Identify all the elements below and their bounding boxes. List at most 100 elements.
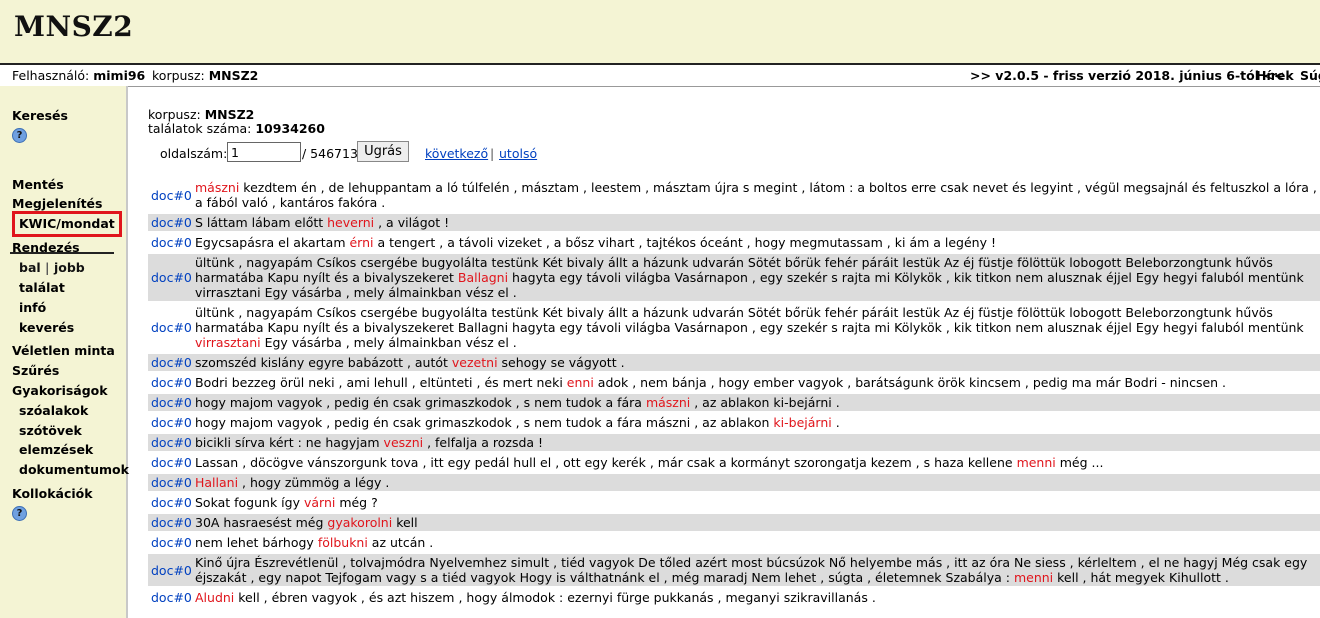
doc-link[interactable]: doc#0 <box>148 254 193 301</box>
sidebar-item-hit[interactable]: találat <box>19 280 65 295</box>
concordance-row: doc#0 hogy majom vagyok , pedig én csak g… <box>148 394 1320 411</box>
keyword[interactable]: veszni <box>384 435 424 450</box>
concordance-row: doc#0 ültünk , nagyapám Csíkos csergébe b… <box>148 304 1320 351</box>
sidebar-item-mixed[interactable]: keverés <box>19 320 74 335</box>
sidebar-item-save[interactable]: Mentés <box>12 177 64 192</box>
concordance-list: doc#0 mászni kezdtem én , de lehuppantam … <box>148 176 1320 606</box>
sidebar-item-documents[interactable]: dokumentumok <box>19 462 129 477</box>
right-context: , a világot ! <box>374 215 450 230</box>
concordance-text: szomszéd kislány egyre babázott , autót … <box>193 354 1320 371</box>
concordance-text: Kinő újra Észrevétlenül , tolvajmódra Ny… <box>193 554 1320 586</box>
sidebar-item-analyses[interactable]: elemzések <box>19 442 93 457</box>
right-context: kell , ébren vagyok , és azt hiszem , ho… <box>234 590 876 605</box>
concordance-row: doc#0 mászni kezdtem én , de lehuppantam … <box>148 179 1320 211</box>
doc-link[interactable]: doc#0 <box>148 514 193 531</box>
page-number-input[interactable] <box>227 142 301 162</box>
doc-link[interactable]: doc#0 <box>148 394 193 411</box>
left-context: hogy majom vagyok , pedig én csak grimas… <box>195 415 774 430</box>
keyword[interactable]: virrasztani <box>195 335 261 350</box>
left-context: Egycsapásra el akartam <box>195 235 350 250</box>
sidebar-item-sort[interactable]: Rendezés <box>12 240 80 255</box>
right-context: kell , hát megyek Kihullott . <box>1053 570 1229 585</box>
sidebar-item-filter[interactable]: Szűrés <box>12 363 59 378</box>
sort-divider: | <box>45 260 50 275</box>
keyword[interactable]: mászni <box>195 180 239 195</box>
right-context: az utcán . <box>367 535 434 550</box>
keyword[interactable]: fölbukni <box>318 535 368 550</box>
sidebar: Keresés ? Mentés Megjelenítés KWIC/monda… <box>0 86 129 618</box>
hits-count: 10934260 <box>255 121 325 136</box>
concordance-row: doc#0 Kinő újra Észrevétlenül , tolvajmód… <box>148 554 1320 586</box>
keyword[interactable]: várni <box>304 495 335 510</box>
news-link[interactable]: Hírek <box>1256 68 1294 83</box>
keyword[interactable]: Ballagni <box>458 270 508 285</box>
concordance-row: doc#0 szomszéd kislány egyre babázott , a… <box>148 354 1320 371</box>
keyword[interactable]: menni <box>1017 455 1056 470</box>
sort-left[interactable]: bal <box>19 260 41 275</box>
keyword[interactable]: menni <box>1014 570 1053 585</box>
doc-link[interactable]: doc#0 <box>148 304 193 351</box>
main-content: korpusz: MNSZ2 találatok száma: 10934260… <box>128 86 1320 618</box>
right-context: adok , nem bánja , hogy ember vagyok , b… <box>593 375 1227 390</box>
next-page-link[interactable]: következő <box>425 146 488 161</box>
top-banner: MNSZ2 <box>0 0 1320 63</box>
doc-link[interactable]: doc#0 <box>148 454 193 471</box>
doc-link[interactable]: doc#0 <box>148 534 193 551</box>
doc-link[interactable]: doc#0 <box>148 589 193 606</box>
sidebar-item-search[interactable]: Keresés <box>12 108 68 123</box>
left-context: Lassan , döcögve vánszorgunk tova , itt … <box>195 455 1017 470</box>
sidebar-item-collocations[interactable]: Kollokációk <box>12 486 93 501</box>
doc-link[interactable]: doc#0 <box>148 354 193 371</box>
sort-right[interactable]: jobb <box>54 260 85 275</box>
doc-link[interactable]: doc#0 <box>148 234 193 251</box>
help-icon[interactable]: ? <box>12 126 27 143</box>
keyword[interactable]: érni <box>349 235 373 250</box>
corpus-info: korpusz: MNSZ2 <box>152 68 259 83</box>
concordance-text: ültünk , nagyapám Csíkos csergébe bugyol… <box>193 254 1320 301</box>
concordance-text: Egycsapásra el akartam érni a tengert , … <box>193 234 1320 251</box>
sidebar-item-stems[interactable]: szótövek <box>19 423 82 438</box>
user-info: Felhasználó: mimi96 <box>12 68 146 83</box>
sidebar-item-wordforms[interactable]: szóalakok <box>19 403 88 418</box>
doc-link[interactable]: doc#0 <box>148 214 193 231</box>
sidebar-item-random[interactable]: Véletlen minta <box>12 343 115 358</box>
logo: MNSZ2 <box>14 10 134 43</box>
doc-link[interactable]: doc#0 <box>148 179 193 211</box>
keyword[interactable]: ki-bejárni <box>773 415 831 430</box>
sidebar-item-kwic[interactable]: KWIC/mondat <box>12 211 122 237</box>
keyword[interactable]: gyakorolni <box>327 515 392 530</box>
keyword[interactable]: mászni <box>646 395 690 410</box>
help-link[interactable]: Súg <box>1300 68 1320 83</box>
doc-link[interactable]: doc#0 <box>148 374 193 391</box>
sidebar-item-frequency[interactable]: Gyakoriságok <box>12 383 108 398</box>
keyword[interactable]: vezetni <box>452 355 498 370</box>
help-icon[interactable]: ? <box>12 504 27 521</box>
keyword[interactable]: heverni <box>327 215 374 230</box>
keyword[interactable]: Hallani <box>195 475 238 490</box>
page-total: / 546713 <box>302 146 358 161</box>
left-context: S láttam lábam előtt <box>195 215 328 230</box>
doc-link[interactable]: doc#0 <box>148 474 193 491</box>
doc-link[interactable]: doc#0 <box>148 414 193 431</box>
left-context: hogy majom vagyok , pedig én csak grimas… <box>195 395 646 410</box>
keyword[interactable]: Aludni <box>195 590 234 605</box>
sidebar-item-display[interactable]: Megjelenítés <box>12 196 102 211</box>
doc-link[interactable]: doc#0 <box>148 494 193 511</box>
corpus-line: korpusz: MNSZ2 <box>148 107 255 122</box>
keyword[interactable]: enni <box>567 375 594 390</box>
right-context: Egy vásárba , mely álmainkban vész el . <box>260 335 517 350</box>
concordance-text: Hallani , hogy zümmög a légy . <box>193 474 1320 491</box>
concordance-text: ültünk , nagyapám Csíkos csergébe bugyol… <box>193 304 1320 351</box>
concordance-row: doc#0 Bodri bezzeg örül neki , ami lehull… <box>148 374 1320 391</box>
right-context: . <box>831 415 840 430</box>
concordance-row: doc#0 Hallani , hogy zümmög a légy . <box>148 474 1320 491</box>
concordance-row: doc#0 ültünk , nagyapám Csíkos csergébe b… <box>148 254 1320 301</box>
pager-divider: | <box>490 146 495 161</box>
right-context: még ... <box>1055 455 1104 470</box>
last-page-link[interactable]: utolsó <box>499 146 537 161</box>
doc-link[interactable]: doc#0 <box>148 434 193 451</box>
sidebar-item-info[interactable]: infó <box>19 300 46 315</box>
right-context: kezdtem én , de lehuppantam a ló túlfelé… <box>195 180 1317 210</box>
doc-link[interactable]: doc#0 <box>148 554 193 586</box>
go-button[interactable]: Ugrás <box>357 141 409 162</box>
